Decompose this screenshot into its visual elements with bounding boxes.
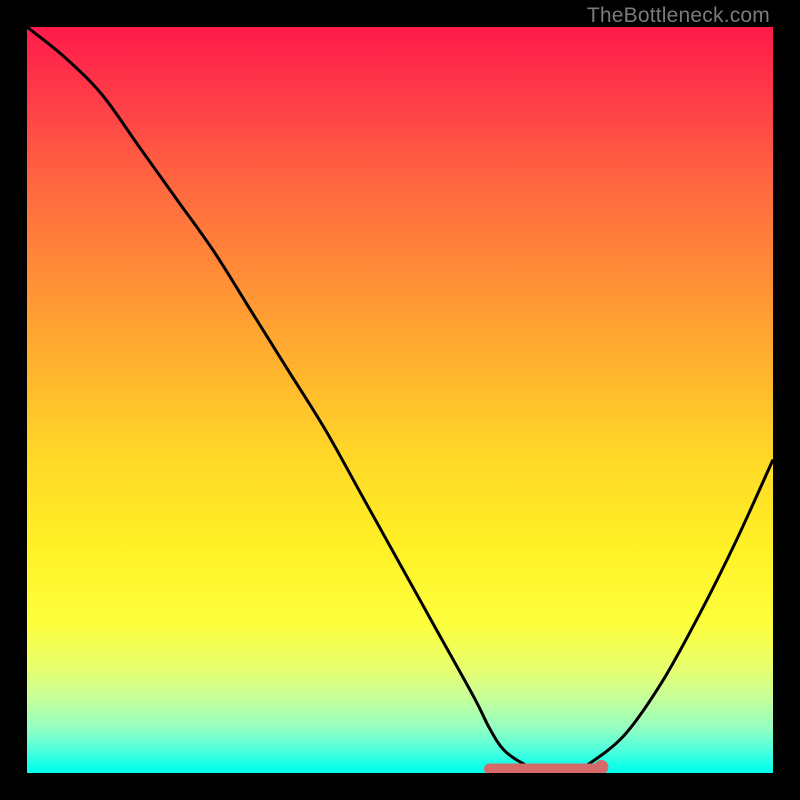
- optimal-point-dot: [594, 760, 608, 773]
- bottleneck-curve: [27, 27, 773, 773]
- gradient-plot-area: [27, 27, 773, 773]
- chart-svg: [27, 27, 773, 773]
- chart-frame: TheBottleneck.com: [0, 0, 800, 800]
- watermark-text: TheBottleneck.com: [587, 4, 770, 28]
